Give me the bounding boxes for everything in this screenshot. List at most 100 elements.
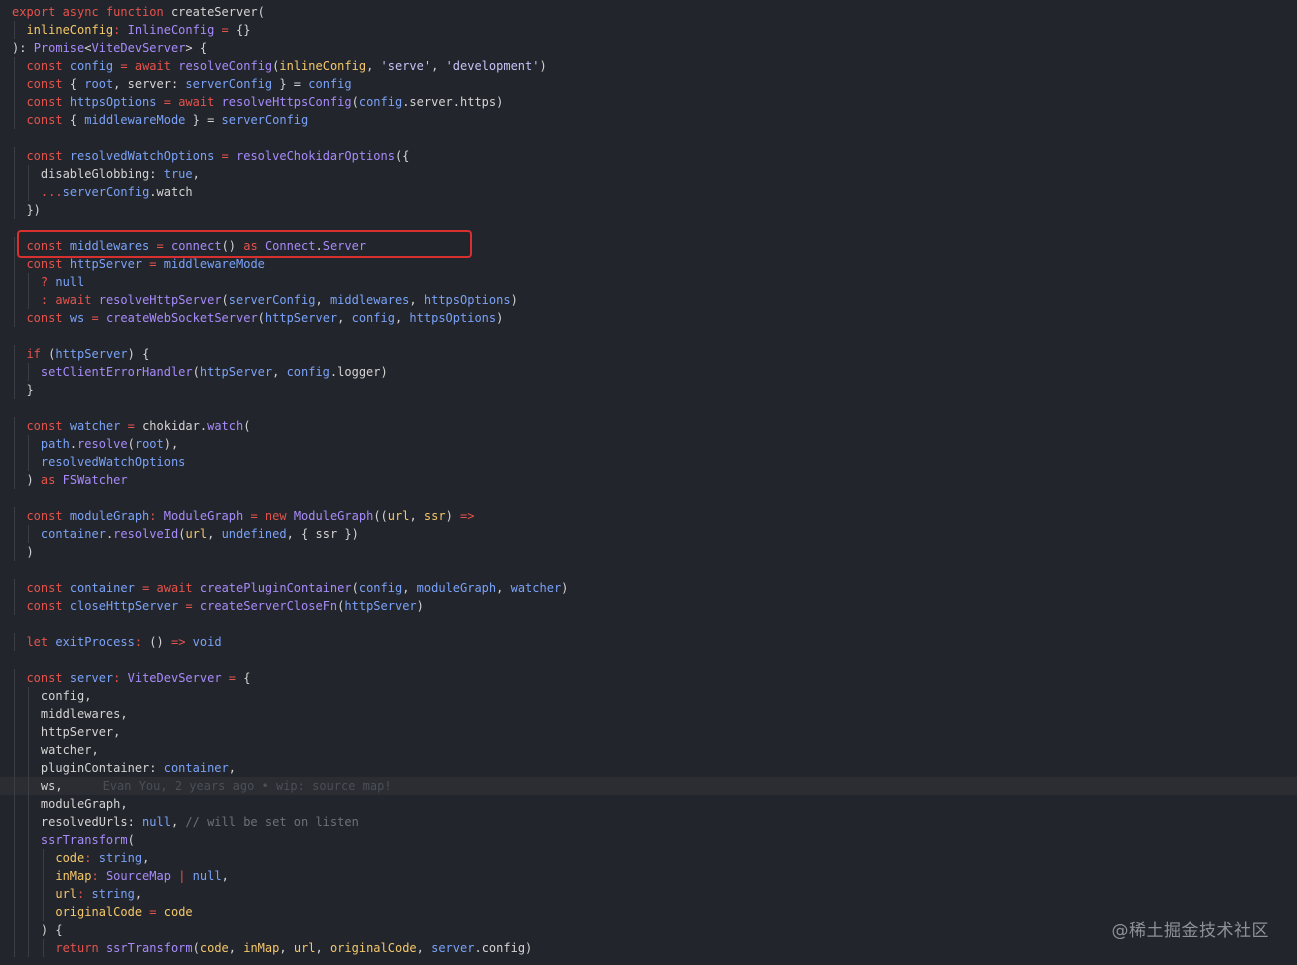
code-text: if (httpServer) {: [12, 345, 149, 363]
code-line[interactable]: const middlewares = connect() as Connect…: [0, 237, 1297, 255]
code-token: }): [12, 203, 41, 217]
code-text: ws, Evan You, 2 years ago • wip: source m…: [12, 777, 392, 795]
code-line[interactable]: [0, 129, 1297, 147]
code-text: inlineConfig: InlineConfig = {}: [12, 21, 250, 39]
code-line[interactable]: [0, 327, 1297, 345]
code-line[interactable]: ): Promise<ViteDevServer> {: [0, 39, 1297, 57]
code-line[interactable]: [0, 615, 1297, 633]
code-token: createWebSocketServer: [105, 311, 258, 325]
code-token: ): [416, 599, 424, 613]
code-token: await: [55, 293, 99, 307]
code-line[interactable]: container.resolveId(url, undefined, { ss…: [0, 525, 1297, 543]
code-line[interactable]: ...serverConfig.watch: [0, 183, 1297, 201]
code-line[interactable]: const closeHttpServer = createServerClos…: [0, 597, 1297, 615]
code-line[interactable]: moduleGraph,: [0, 795, 1297, 813]
code-text: path.resolve(root),: [12, 435, 178, 453]
code-text: ? null: [12, 273, 84, 291]
code-line[interactable]: ): [0, 543, 1297, 561]
code-token: ModuleGraph: [293, 509, 374, 523]
code-line[interactable]: url: string,: [0, 885, 1297, 903]
code-token: ,: [431, 59, 446, 73]
code-line[interactable]: originalCode = code: [0, 903, 1297, 921]
code-line[interactable]: const httpServer = middlewareMode: [0, 255, 1297, 273]
code-token: void: [192, 635, 222, 649]
code-line[interactable]: ) as FSWatcher: [0, 471, 1297, 489]
code-text: const ws = createWebSocketServer(httpSer…: [12, 309, 503, 327]
code-token: true: [163, 167, 193, 181]
code-line[interactable]: if (httpServer) {: [0, 345, 1297, 363]
code-token: ,: [409, 293, 424, 307]
code-line[interactable]: ? null: [0, 273, 1297, 291]
code-token: =: [243, 509, 265, 523]
code-token: const: [26, 239, 70, 253]
code-text: const httpServer = middlewareMode: [12, 255, 264, 273]
code-token: await: [178, 95, 222, 109]
code-line[interactable]: path.resolve(root),: [0, 435, 1297, 453]
code-line[interactable]: : await resolveHttpServer(serverConfig, …: [0, 291, 1297, 309]
code-line[interactable]: inlineConfig: InlineConfig = {}: [0, 21, 1297, 39]
code-line[interactable]: pluginContainer: container,: [0, 759, 1297, 777]
code-line[interactable]: [0, 399, 1297, 417]
code-token: {}: [236, 23, 251, 37]
code-line[interactable]: config,: [0, 687, 1297, 705]
code-line[interactable]: const ws = createWebSocketServer(httpSer…: [0, 309, 1297, 327]
code-token: =: [84, 311, 106, 325]
code-line[interactable]: return ssrTransform(code, inMap, url, or…: [0, 939, 1297, 957]
code-line[interactable]: export async function createServer(: [0, 3, 1297, 21]
code-line[interactable]: resolvedWatchOptions: [0, 453, 1297, 471]
code-editor[interactable]: export async function createServer( inli…: [0, 3, 1297, 965]
code-line[interactable]: const container = await createPluginCont…: [0, 579, 1297, 597]
code-text: const watcher = chokidar.watch(: [12, 417, 250, 435]
code-token: =: [149, 239, 171, 253]
code-line[interactable]: const { middlewareMode } = serverConfig: [0, 111, 1297, 129]
code-token: const: [26, 113, 70, 127]
code-line[interactable]: inMap: SourceMap | null,: [0, 867, 1297, 885]
code-line[interactable]: watcher,: [0, 741, 1297, 759]
code-line[interactable]: }): [0, 201, 1297, 219]
code-line[interactable]: [0, 219, 1297, 237]
code-line[interactable]: const httpsOptions = await resolveHttpsC…: [0, 93, 1297, 111]
code-line[interactable]: const server: ViteDevServer = {: [0, 669, 1297, 687]
code-text: const { root, server: serverConfig } = c…: [12, 75, 351, 93]
code-line[interactable]: middlewares,: [0, 705, 1297, 723]
code-line[interactable]: [0, 651, 1297, 669]
code-line[interactable]: const watcher = chokidar.watch(: [0, 417, 1297, 435]
code-token: (: [192, 365, 200, 379]
code-token: const: [26, 257, 70, 271]
code-token: url: [387, 509, 410, 523]
code-line[interactable]: const config = await resolveConfig(inlin…: [0, 57, 1297, 75]
code-line[interactable]: httpServer,: [0, 723, 1297, 741]
code-line[interactable]: const { root, server: serverConfig } = c…: [0, 75, 1297, 93]
code-token: {: [69, 77, 85, 91]
code-line[interactable]: setClientErrorHandler(httpServer, config…: [0, 363, 1297, 381]
code-token: .: [69, 437, 78, 451]
code-token: } =: [185, 113, 222, 127]
code-line[interactable]: ) {: [0, 921, 1297, 939]
code-token: watcher: [69, 419, 121, 433]
code-token: } =: [272, 77, 309, 91]
code-token: await: [156, 581, 200, 595]
code-line[interactable]: [0, 561, 1297, 579]
code-token: Promise: [33, 41, 85, 55]
code-token: config: [358, 95, 403, 109]
code-line[interactable]: [0, 489, 1297, 507]
code-token: =: [178, 599, 200, 613]
code-token: (): [221, 239, 244, 253]
code-token: ,: [134, 887, 143, 901]
code-line[interactable]: ws, Evan You, 2 years ago • wip: source m…: [0, 777, 1297, 795]
code-line[interactable]: ssrTransform(: [0, 831, 1297, 849]
code-line[interactable]: let exitProcess: () => void: [0, 633, 1297, 651]
code-text: watcher,: [12, 741, 99, 759]
code-line[interactable]: code: string,: [0, 849, 1297, 867]
code-token: resolveHttpServer: [98, 293, 222, 307]
code-line[interactable]: resolvedUrls: null, // will be set on li…: [0, 813, 1297, 831]
code-line[interactable]: const resolvedWatchOptions = resolveChok…: [0, 147, 1297, 165]
code-line[interactable]: }: [0, 381, 1297, 399]
code-token: Server: [322, 239, 367, 253]
code-line[interactable]: disableGlobbing: true,: [0, 165, 1297, 183]
code-line[interactable]: const moduleGraph: ModuleGraph = new Mod…: [0, 507, 1297, 525]
code-token: middlewareMode: [84, 113, 186, 127]
